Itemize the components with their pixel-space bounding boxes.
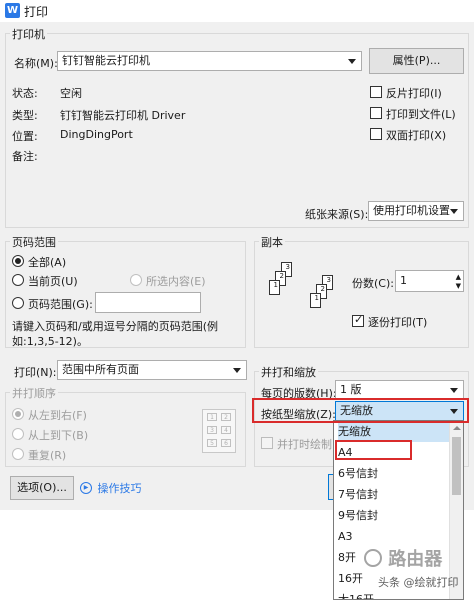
dropdown-option[interactable]: A3 — [338, 526, 450, 547]
highlight-a4-option — [335, 440, 412, 460]
page-range-radio[interactable] — [12, 297, 24, 309]
printer-name-label: 名称(M): — [14, 57, 58, 70]
play-circle-icon: ▶ — [80, 482, 92, 494]
type-label: 类型: — [12, 109, 38, 122]
scrollbar-thumb[interactable] — [452, 437, 461, 495]
highlight-scale-to-paper — [252, 398, 469, 423]
copies-group — [254, 241, 469, 348]
collate-page: 1 — [310, 293, 321, 308]
reverse-print-checkbox[interactable] — [370, 86, 382, 98]
duplex-print-label: 双面打印(X) — [386, 129, 447, 142]
print-to-file-checkbox[interactable] — [370, 107, 382, 119]
copies-count-label: 份数(C): — [352, 277, 394, 290]
top-to-bottom-label: 从上到下(B) — [28, 429, 89, 442]
reverse-print-label: 反片打印(I) — [386, 87, 442, 100]
dialog-title: 打印 — [24, 5, 49, 19]
print-order-group-title: 并打顺序 — [10, 385, 58, 401]
copies-group-title: 副本 — [259, 234, 285, 250]
type-value: 钉钉智能云打印机 Driver — [60, 109, 186, 122]
dropdown-option[interactable]: 7号信封 — [338, 484, 450, 505]
router-watermark-text: 路由器 — [388, 549, 443, 570]
scroll-up-icon[interactable] — [453, 426, 461, 430]
current-page-radio[interactable] — [12, 274, 24, 286]
router-logo-icon — [364, 549, 382, 567]
copies-count-input[interactable]: 1 ▲ ▼ — [395, 270, 464, 292]
router-watermark: 路由器 — [364, 545, 442, 571]
spinner-down-icon[interactable]: ▼ — [456, 282, 461, 290]
location-label: 位置: — [12, 130, 38, 143]
order-cell: 2 — [221, 413, 231, 421]
order-cell: 6 — [221, 439, 231, 447]
tips-link[interactable]: ▶ 操作技巧 — [80, 480, 142, 496]
status-label: 状态: — [12, 87, 38, 100]
duplex-print-checkbox[interactable] — [370, 128, 382, 140]
printer-name-select[interactable]: 钉钉智能云打印机 — [57, 51, 362, 71]
printer-name-value: 钉钉智能云打印机 — [62, 54, 150, 67]
chevron-down-icon — [450, 209, 458, 214]
order-cell: 4 — [221, 426, 231, 434]
comment-label: 备注: — [12, 150, 38, 163]
order-cell: 1 — [207, 413, 217, 421]
tips-link-label: 操作技巧 — [97, 482, 142, 495]
page-range-input[interactable] — [95, 292, 201, 313]
chevron-down-icon — [450, 388, 458, 393]
page-range-label: 页码范围(G): — [28, 298, 93, 311]
repeat-radio[interactable] — [12, 448, 24, 460]
selection-radio[interactable] — [130, 274, 142, 286]
spinner-up-icon[interactable]: ▲ — [456, 273, 461, 281]
status-value: 空闲 — [60, 87, 82, 100]
copies-count-value: 1 — [400, 274, 407, 287]
draw-partial-checkbox[interactable] — [261, 437, 273, 449]
chevron-down-icon — [233, 368, 241, 373]
collate-label: 逐份打印(T) — [368, 316, 428, 329]
page-range-hint: 请键入页码和/或用逗号分隔的页码范围(例如:1,3,5-12)。 — [12, 320, 218, 348]
order-cell: 5 — [207, 439, 217, 447]
author-watermark: 头条 @绘就打印 — [378, 576, 459, 589]
collate-page: 1 — [269, 280, 280, 295]
left-to-right-radio[interactable] — [12, 408, 24, 420]
left-to-right-label: 从左到右(F) — [28, 409, 87, 422]
current-page-label: 当前页(U) — [28, 275, 78, 288]
selection-label: 所选内容(E) — [146, 275, 206, 288]
print-what-label: 打印(N): — [14, 366, 57, 379]
print-what-select[interactable]: 范围中所有页面 — [57, 360, 247, 380]
pages-per-sheet-select[interactable]: 1 版 — [335, 380, 464, 400]
location-value: DingDingPort — [60, 128, 133, 141]
title-bar: W 打印 — [0, 0, 474, 22]
dropdown-option[interactable]: 大16开 — [338, 589, 450, 599]
dropdown-option[interactable]: 无缩放 — [338, 421, 450, 442]
paper-source-label: 纸张来源(S): — [305, 208, 369, 221]
dropdown-option[interactable]: 6号信封 — [338, 463, 450, 484]
chevron-down-icon — [348, 59, 356, 64]
collate-checkbox[interactable] — [352, 313, 364, 327]
order-cell: 3 — [207, 426, 217, 434]
options-button[interactable]: 选项(O)... — [10, 476, 74, 500]
zoom-group-title: 并打和缩放 — [259, 364, 318, 380]
all-pages-radio[interactable] — [12, 255, 24, 267]
repeat-label: 重复(R) — [28, 449, 67, 462]
printer-properties-button[interactable]: 属性(P)... — [369, 48, 464, 74]
dropdown-option[interactable]: 9号信封 — [338, 505, 450, 526]
top-to-bottom-radio[interactable] — [12, 428, 24, 440]
printer-group-title: 打印机 — [10, 26, 47, 42]
order-preview-grid: 1 2 3 4 5 6 — [202, 409, 236, 453]
paper-source-value: 使用打印机设置 — [373, 204, 450, 217]
page-range-group-title: 页码范围 — [10, 234, 58, 250]
pages-per-sheet-value: 1 版 — [340, 383, 362, 396]
print-to-file-label: 打印到文件(L) — [386, 108, 456, 121]
all-pages-label: 全部(A) — [28, 256, 67, 269]
paper-source-select[interactable]: 使用打印机设置 — [368, 201, 464, 221]
draw-partial-label: 并打时绘制 — [277, 438, 332, 451]
print-what-value: 范围中所有页面 — [62, 363, 139, 376]
wps-app-icon: W — [5, 3, 20, 18]
